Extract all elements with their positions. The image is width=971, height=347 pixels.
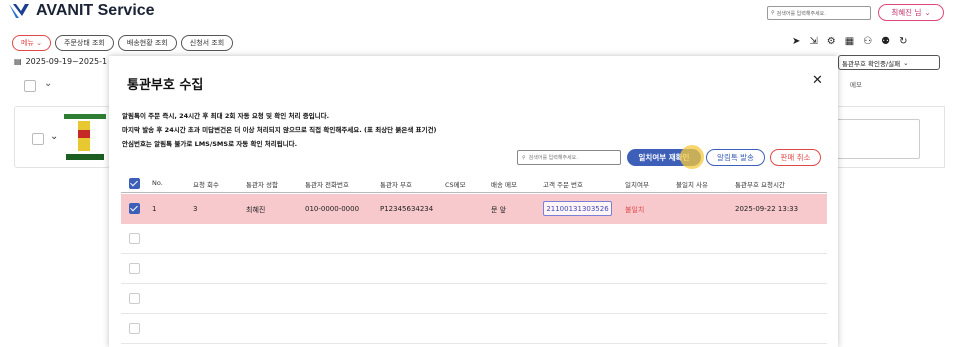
users-icon[interactable]: ⚉ [881, 36, 890, 47]
menu-bar: 메뉴 ⌄ 주문상태 조회 배송현황 조회 신청서 조회 [12, 35, 234, 51]
top-bar: AVANIT Service ⚲ 검색어를 입력해주세요. 최혜진 님 ⌄ [0, 0, 971, 30]
user-menu-button[interactable]: 최혜진 님 ⌄ [878, 4, 944, 21]
user-icon[interactable]: ⚇ [863, 36, 872, 47]
notice-text: 알림톡이 주문 즉시, 24시간 후 최대 2회 자동 요청 및 확인 처리 중… [122, 112, 437, 148]
logo[interactable]: AVANIT Service [8, 2, 155, 20]
match-status: 불일치 [625, 206, 645, 214]
table-header: No. 요청 회수 통관자 성함 통관자 전화번호 통관자 부호 CS메모 배송… [121, 173, 827, 193]
chevron-down-icon[interactable]: ⌄ [50, 131, 58, 142]
send-alimtalk-button[interactable]: 알림톡 발송 [706, 149, 765, 166]
memo-textarea[interactable] [834, 119, 920, 159]
row-checkbox[interactable] [32, 133, 44, 145]
chevron-down-icon: ⌄ [36, 39, 42, 47]
grid-icon[interactable]: ▦ [845, 36, 854, 47]
global-search-input[interactable]: ⚲ 검색어를 입력해주세요. [767, 6, 871, 20]
order-status-tab[interactable]: 주문상태 조회 [55, 35, 114, 51]
chevron-down-icon: ⌄ [903, 58, 909, 67]
chevron-down-icon: ⌄ [924, 8, 931, 17]
toolbar: ➤ ⇲ ⚙ ▦ ⚇ ⚉ ↻ [792, 36, 908, 47]
refresh-icon[interactable]: ↻ [899, 36, 907, 47]
order-number-link[interactable]: 21100131303526 [543, 201, 612, 216]
application-tab[interactable]: 신청서 조회 [180, 35, 234, 51]
cursor-highlight [680, 145, 704, 169]
row-checkbox[interactable] [129, 263, 140, 274]
modal-search-input[interactable]: ⚲ 검색어를 입력해주세요. [517, 150, 621, 165]
table-row[interactable]: 1 3 최혜진 010-0000-0000 P12345634234 문 앞 2… [121, 194, 827, 224]
table-row[interactable] [121, 284, 827, 314]
row-checkbox[interactable] [129, 203, 140, 214]
send-icon[interactable]: ➤ [792, 36, 800, 47]
search-icon: ⚲ [771, 10, 775, 16]
modal-title: 통관부호 수집 [127, 78, 204, 93]
table-row[interactable] [121, 224, 827, 254]
logo-icon [9, 4, 29, 18]
settings-icon[interactable]: ⚙ [827, 36, 836, 47]
product-thumbnail [64, 114, 106, 160]
table-row[interactable] [121, 314, 827, 344]
date-range[interactable]: ▤ 2025-09-19~2025-1 [14, 57, 107, 66]
menu-button[interactable]: 메뉴 ⌄ [12, 35, 51, 51]
chevron-down-icon[interactable]: ⌄ [44, 78, 52, 89]
select-all-checkbox[interactable] [129, 178, 140, 189]
customs-code-modal: 통관부호 수집 ✕ 알림톡이 주문 즉시, 24시간 후 최대 2회 자동 요청… [109, 56, 838, 347]
calendar-icon: ▤ [14, 57, 22, 66]
delivery-status-tab[interactable]: 배송현황 조회 [117, 35, 177, 51]
row-checkbox[interactable] [129, 293, 140, 304]
search-icon: ⚲ [522, 154, 526, 161]
status-filter-dropdown[interactable]: 통관부호 확인중/실패 ⌄ [838, 55, 940, 70]
cancel-sale-button[interactable]: 판매 취소 [770, 149, 821, 166]
memo-header: 메모 [850, 81, 862, 89]
export-icon[interactable]: ⇲ [809, 36, 817, 47]
row-checkbox[interactable] [129, 323, 140, 334]
table-row[interactable] [121, 254, 827, 284]
select-all-checkbox[interactable] [24, 80, 36, 92]
close-icon[interactable]: ✕ [812, 73, 823, 88]
row-checkbox[interactable] [129, 233, 140, 244]
app-name: AVANIT Service [36, 2, 155, 19]
